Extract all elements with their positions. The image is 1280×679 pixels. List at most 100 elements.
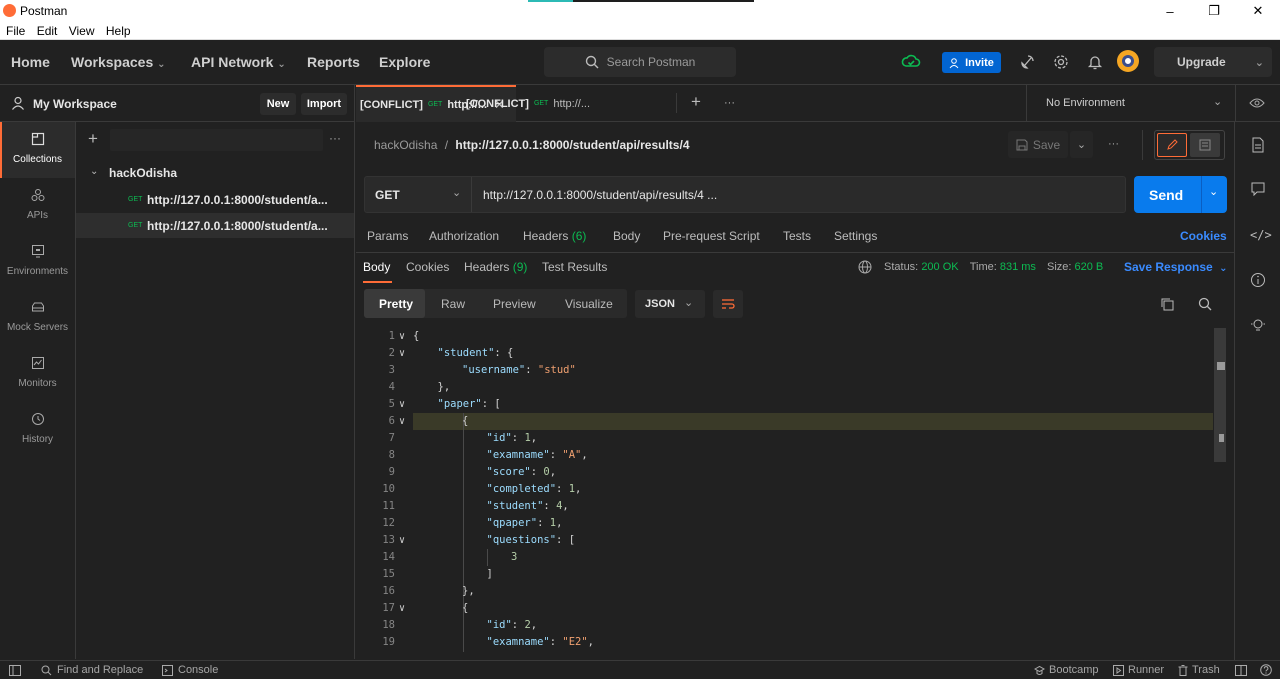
globe-icon[interactable] [858, 260, 872, 274]
info-icon[interactable] [1250, 272, 1266, 288]
sidebar-item-history[interactable]: History [0, 404, 75, 456]
breadcrumb-request-name[interactable]: http://127.0.0.1:8000/student/api/result… [455, 138, 689, 152]
console-button[interactable]: Console [162, 664, 218, 676]
collection-search-input[interactable] [110, 129, 323, 151]
satellite-icon[interactable] [1019, 54, 1035, 70]
tab-params[interactable]: Params [367, 229, 408, 243]
tab-tests[interactable]: Tests [783, 229, 811, 243]
view-mode-pretty[interactable]: Pretty [379, 297, 413, 311]
invite-button[interactable]: Invite [942, 52, 1001, 73]
chevron-down-icon[interactable]: ⌄ [90, 166, 98, 177]
comments-icon[interactable] [1251, 182, 1265, 196]
comment-view-icon[interactable] [1190, 133, 1220, 157]
tab-prerequest-script[interactable]: Pre-request Script [663, 229, 760, 243]
response-tab-headers[interactable]: Headers (9) [464, 260, 527, 274]
search-icon[interactable] [1198, 297, 1212, 311]
nav-home[interactable]: Home [11, 54, 50, 70]
documentation-icon[interactable] [1251, 137, 1265, 153]
search-input[interactable]: Search Postman [544, 47, 736, 77]
chevron-down-icon[interactable]: ⌄ [1213, 95, 1222, 108]
tab-settings[interactable]: Settings [834, 229, 877, 243]
fold-chevron-icon[interactable]: ∨ [399, 328, 405, 345]
save-button[interactable]: Save [1008, 131, 1068, 158]
fold-chevron-icon[interactable]: ∨ [399, 413, 405, 430]
toggle-sidebar-icon[interactable] [9, 665, 21, 676]
send-button[interactable]: Send ⌄ [1134, 176, 1227, 213]
bootcamp-button[interactable]: Bootcamp [1034, 664, 1099, 676]
edit-pencil-icon[interactable] [1157, 133, 1187, 157]
workspace-name[interactable]: My Workspace [33, 97, 117, 111]
two-pane-icon[interactable] [1235, 665, 1247, 676]
response-tab-cookies[interactable]: Cookies [406, 260, 449, 274]
find-replace-button[interactable]: Find and Replace [41, 664, 143, 676]
nav-explore[interactable]: Explore [379, 54, 430, 70]
tab-authorization[interactable]: Authorization [429, 229, 499, 243]
sidebar-item-environments[interactable]: Environments [0, 236, 75, 288]
list-item-selected[interactable]: GET http://127.0.0.1:8000/student/a... [76, 213, 354, 238]
view-mode-preview[interactable]: Preview [493, 297, 536, 311]
restore-button[interactable]: ❐ [1192, 0, 1236, 22]
eye-icon[interactable] [1249, 97, 1265, 109]
format-select[interactable]: JSON ⌄ [635, 290, 705, 318]
nav-reports[interactable]: Reports [307, 54, 360, 70]
add-collection-icon[interactable]: + [88, 130, 98, 147]
fold-chevron-icon[interactable]: ∨ [399, 600, 405, 617]
trash-button[interactable]: Trash [1178, 664, 1220, 676]
sidebar-item-mock-servers[interactable]: Mock Servers [0, 292, 75, 344]
nav-workspaces-label: Workspaces [71, 54, 154, 70]
runner-button[interactable]: Runner [1113, 664, 1164, 676]
new-tab-icon[interactable]: + [691, 93, 701, 110]
time-value[interactable]: 831 ms [1000, 261, 1036, 273]
chevron-down-icon[interactable]: ⌄ [1209, 185, 1218, 198]
more-options-icon[interactable]: ··· [1108, 138, 1119, 150]
code-icon[interactable]: </> [1250, 228, 1272, 242]
fold-chevron-icon[interactable]: ∨ [399, 532, 405, 549]
nav-api-network[interactable]: API Network ⌄ [191, 54, 286, 70]
view-mode-raw[interactable]: Raw [441, 297, 465, 311]
new-button[interactable]: New [260, 93, 296, 115]
menu-edit[interactable]: Edit [37, 24, 58, 38]
breadcrumb-collection[interactable]: hackOdisha [374, 138, 437, 152]
minimize-button[interactable]: – [1148, 0, 1192, 22]
fold-chevron-icon[interactable]: ∨ [399, 396, 405, 413]
save-dropdown-chevron-icon[interactable]: ⌄ [1070, 131, 1093, 158]
close-window-button[interactable]: ✕ [1236, 0, 1280, 22]
menu-help[interactable]: Help [106, 24, 131, 38]
size-value[interactable]: 620 B [1075, 261, 1104, 273]
more-tabs-icon[interactable]: ··· [724, 97, 735, 109]
fold-chevron-icon[interactable]: ∨ [399, 345, 405, 362]
tab-body[interactable]: Body [613, 229, 640, 243]
status-value[interactable]: 200 OK [921, 261, 958, 273]
url-input[interactable]: http://127.0.0.1:8000/student/api/result… [483, 188, 717, 202]
tab-headers[interactable]: Headers (6) [523, 229, 586, 243]
help-icon[interactable] [1260, 664, 1272, 676]
settings-gear-icon[interactable] [1053, 54, 1069, 70]
view-mode-visualize[interactable]: Visualize [565, 297, 613, 311]
lightbulb-icon[interactable] [1250, 317, 1266, 333]
notifications-bell-icon[interactable] [1087, 54, 1103, 70]
upgrade-button[interactable]: Upgrade ⌄ [1154, 47, 1272, 77]
wrap-lines-icon[interactable] [713, 290, 743, 318]
copy-icon[interactable] [1160, 297, 1174, 311]
tab-request[interactable]: [CONFLICT] GET http://... [462, 85, 590, 122]
method-select[interactable]: GET ⌄ [365, 177, 472, 212]
menu-file[interactable]: File [6, 24, 25, 38]
response-tab-body[interactable]: Body [363, 260, 390, 274]
sync-cloud-icon[interactable] [901, 53, 921, 71]
code-token: "score" [486, 466, 531, 478]
environment-select[interactable]: No Environment [1046, 97, 1125, 109]
menu-view[interactable]: View [69, 24, 95, 38]
sidebar-item-monitors[interactable]: Monitors [0, 348, 75, 400]
list-item[interactable]: GET http://127.0.0.1:8000/student/a... [76, 188, 354, 212]
sidebar-item-apis[interactable]: APIs [0, 180, 75, 232]
response-tab-test-results[interactable]: Test Results [542, 260, 607, 274]
response-body-editor[interactable]: 1 ∨{2 ∨ "student": {3 "username": "stud" 4}, 5… [356, 328, 1232, 652]
import-button[interactable]: Import [301, 93, 347, 115]
nav-workspaces[interactable]: Workspaces ⌄ [71, 54, 166, 70]
save-response-button[interactable]: Save Response ⌄ [1124, 260, 1227, 274]
sidebar-item-collections[interactable]: Collections [0, 124, 75, 176]
more-options-icon[interactable]: ··· [329, 131, 341, 145]
collection-name[interactable]: hackOdisha [109, 166, 177, 180]
cookies-link[interactable]: Cookies [1180, 229, 1227, 243]
avatar[interactable] [1117, 50, 1139, 72]
